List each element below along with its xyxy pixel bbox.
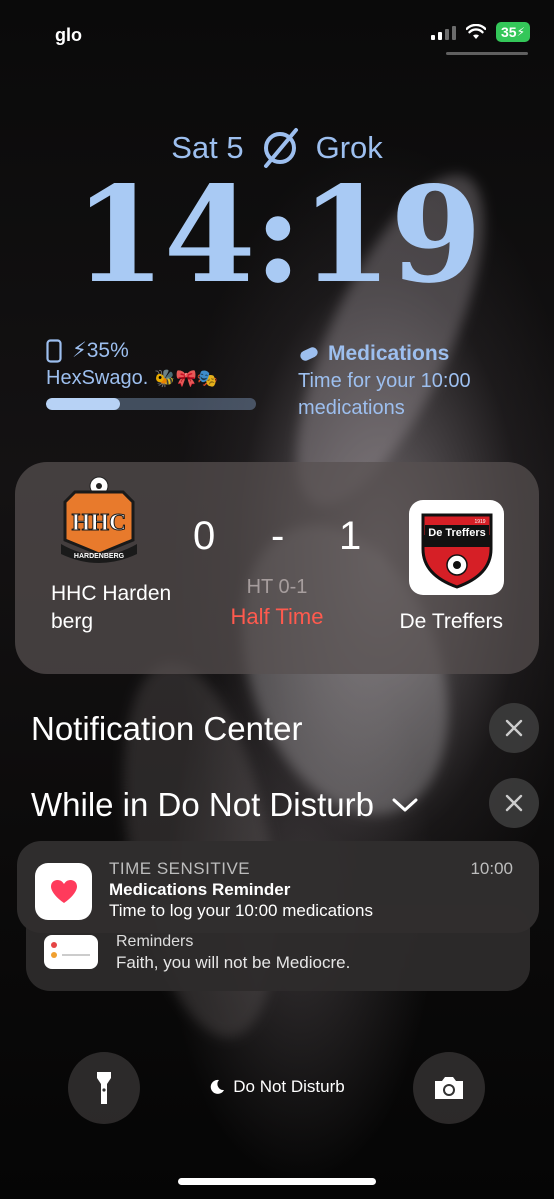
- score-separator: -: [271, 514, 285, 558]
- notification-center-title: Notification Center: [31, 710, 303, 747]
- dnd-group-title: While in Do Not Disturb: [31, 786, 374, 823]
- control-center-grabber[interactable]: [446, 52, 528, 55]
- moon-icon: [210, 1079, 225, 1094]
- dnd-group-header[interactable]: While in Do Not Disturb: [31, 786, 418, 824]
- battery-percent: 35: [500, 24, 517, 40]
- battery-widget-fill: [46, 398, 120, 410]
- reminders-app-icon: [44, 935, 98, 969]
- match-live-activity[interactable]: HARDENBERG HHC 0 - 1 De Treffers 1919 HH…: [15, 462, 539, 674]
- battery-widget-bar: [46, 398, 256, 410]
- medications-widget-body: Time for your 10:00 medications: [298, 370, 471, 419]
- camera-icon: [435, 1077, 463, 1099]
- svg-text:De Treffers: De Treffers: [428, 527, 485, 539]
- medications-widget[interactable]: Medications Time for your 10:00 medicati…: [298, 342, 518, 422]
- away-score: 1: [339, 514, 362, 558]
- home-indicator[interactable]: [178, 1178, 376, 1185]
- lock-clock: 14:19: [73, 158, 482, 313]
- notification-time: 10:00: [470, 859, 513, 878]
- clear-all-button[interactable]: [489, 703, 539, 753]
- phone-icon: [46, 338, 62, 363]
- battery-widget-device: HexSwago.: [46, 367, 149, 389]
- health-app-icon: [35, 863, 92, 920]
- notification-label: TIME SENSITIVE: [109, 859, 251, 878]
- half-time-score: HT 0-1: [246, 576, 308, 598]
- battery-widget-percent: ⚡35%: [72, 339, 129, 362]
- home-score: 0: [193, 514, 216, 558]
- svg-text:HARDENBERG: HARDENBERG: [74, 553, 125, 560]
- close-icon: [505, 794, 523, 812]
- decorative-bow-icon: 🐝🎀🎭: [154, 368, 218, 388]
- camera-button[interactable]: [413, 1052, 485, 1124]
- battery-indicator: 35 ⚡: [495, 22, 530, 42]
- pill-icon: [300, 347, 318, 361]
- away-team-name: De Treffers: [399, 610, 503, 633]
- reminders-message: Faith, you will not be Mediocre.: [116, 953, 351, 972]
- charging-bolt-icon: ⚡: [516, 25, 525, 39]
- cellular-signal-icon: [430, 24, 456, 40]
- medications-notification[interactable]: TIME SENSITIVE 10:00 Medications Reminde…: [17, 841, 539, 933]
- medications-widget-title: Medications: [328, 342, 450, 365]
- svg-text:1919: 1919: [474, 519, 485, 525]
- svg-text:HHC: HHC: [72, 510, 127, 536]
- carrier-name: glo: [55, 25, 82, 45]
- notification-title: Medications Reminder: [109, 880, 291, 899]
- battery-widget[interactable]: ⚡35% HexSwago. 🐝🎀🎭: [46, 338, 260, 410]
- hhc-hardenberg-logo-icon: HARDENBERG HHC: [61, 476, 137, 563]
- notification-message: Time to log your 10:00 medications: [109, 901, 373, 920]
- reminders-app-name: Reminders: [116, 933, 194, 950]
- status-bar: glo 35 ⚡: [0, 0, 554, 70]
- wifi-icon: [465, 24, 486, 39]
- heart-icon: [50, 879, 77, 903]
- close-icon: [505, 719, 523, 737]
- clear-dnd-group-button[interactable]: [489, 778, 539, 828]
- chevron-down-icon[interactable]: [392, 797, 418, 813]
- focus-label: Do Not Disturb: [233, 1077, 345, 1096]
